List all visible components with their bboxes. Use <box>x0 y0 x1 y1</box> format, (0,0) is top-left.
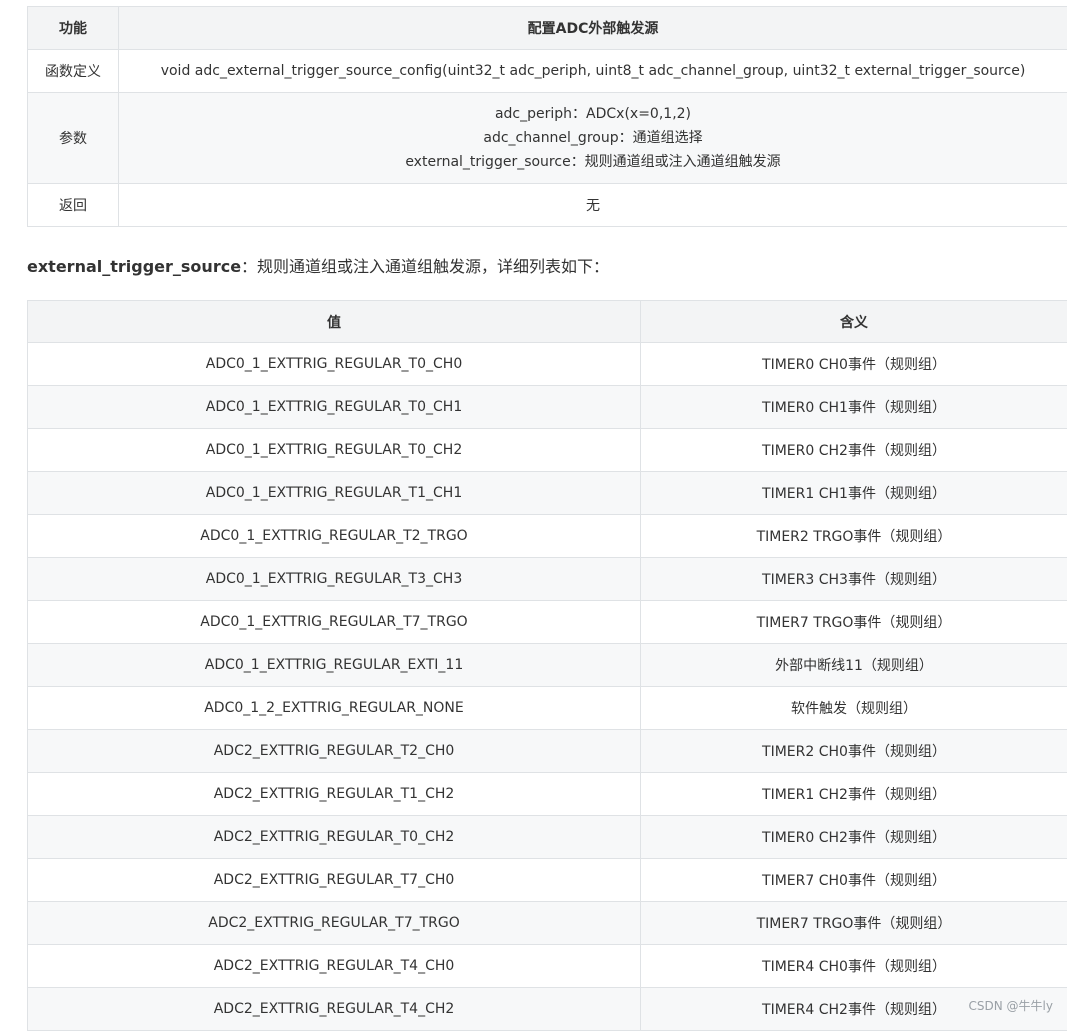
function-header-title: 配置ADC外部触发源 <box>119 7 1067 50</box>
function-return-label: 返回 <box>28 184 119 227</box>
trigger-value-cell: ADC0_1_EXTTRIG_REGULAR_T1_CH1 <box>28 472 641 515</box>
table-row: ADC2_EXTTRIG_REGULAR_T0_CH2TIMER0 CH2事件（… <box>28 816 1067 859</box>
trigger-meaning-cell: TIMER0 CH1事件（规则组） <box>641 386 1067 429</box>
table-row: ADC0_1_EXTTRIG_REGULAR_T0_CH0TIMER0 CH0事… <box>28 343 1067 386</box>
trigger-meaning-cell: TIMER2 TRGO事件（规则组） <box>641 515 1067 558</box>
function-params-cell: adc_periph：ADCx(x=0,1,2) adc_channel_gro… <box>119 93 1067 184</box>
param-line-adc-channel-group: adc_channel_group：通道组选择 <box>119 126 1067 150</box>
watermark: CSDN @牛牛ly <box>969 997 1053 1014</box>
param-line-adc-periph: adc_periph：ADCx(x=0,1,2) <box>119 102 1067 126</box>
trigger-source-table: 值 含义 ADC0_1_EXTTRIG_REGULAR_T0_CH0TIMER0… <box>27 300 1067 1031</box>
table-row: ADC0_1_EXTTRIG_REGULAR_T0_CH2TIMER0 CH2事… <box>28 429 1067 472</box>
table-row: ADC2_EXTTRIG_REGULAR_T7_CH0TIMER7 CH0事件（… <box>28 859 1067 902</box>
function-params-row: 参数 adc_periph：ADCx(x=0,1,2) adc_channel_… <box>28 93 1067 184</box>
trigger-source-note: external_trigger_source：规则通道组或注入通道组触发源，详… <box>27 254 609 280</box>
trigger-meaning-cell: TIMER7 TRGO事件（规则组） <box>641 902 1067 945</box>
note-text: ：规则通道组或注入通道组触发源，详细列表如下： <box>241 257 609 276</box>
note-key: external_trigger_source <box>27 257 241 276</box>
trigger-meaning-cell: TIMER0 CH0事件（规则组） <box>641 343 1067 386</box>
function-definition-value: void adc_external_trigger_source_config(… <box>119 50 1067 93</box>
table-row: ADC2_EXTTRIG_REGULAR_T2_CH0TIMER2 CH0事件（… <box>28 730 1067 773</box>
trigger-meaning-cell: 外部中断线11（规则组） <box>641 644 1067 687</box>
trigger-meaning-cell: TIMER2 CH0事件（规则组） <box>641 730 1067 773</box>
trigger-value-cell: ADC0_1_EXTTRIG_REGULAR_T2_TRGO <box>28 515 641 558</box>
header-meaning: 含义 <box>641 301 1067 343</box>
trigger-value-cell: ADC0_1_EXTTRIG_REGULAR_T0_CH2 <box>28 429 641 472</box>
table-row: ADC2_EXTTRIG_REGULAR_T4_CH2TIMER4 CH2事件（… <box>28 988 1067 1031</box>
table-row: ADC0_1_EXTTRIG_REGULAR_T2_TRGOTIMER2 TRG… <box>28 515 1067 558</box>
table-row: ADC2_EXTTRIG_REGULAR_T7_TRGOTIMER7 TRGO事… <box>28 902 1067 945</box>
table-row: ADC0_1_EXTTRIG_REGULAR_T0_CH1TIMER0 CH1事… <box>28 386 1067 429</box>
trigger-value-cell: ADC2_EXTTRIG_REGULAR_T7_CH0 <box>28 859 641 902</box>
function-return-row: 返回 无 <box>28 184 1067 227</box>
function-info-table: 功能 配置ADC外部触发源 函数定义 void adc_external_tri… <box>27 6 1067 227</box>
header-value: 值 <box>28 301 641 343</box>
trigger-meaning-cell: TIMER7 CH0事件（规则组） <box>641 859 1067 902</box>
trigger-value-cell: ADC0_1_EXTTRIG_REGULAR_T0_CH0 <box>28 343 641 386</box>
trigger-meaning-cell: 软件触发（规则组） <box>641 687 1067 730</box>
trigger-value-cell: ADC0_1_EXTTRIG_REGULAR_T7_TRGO <box>28 601 641 644</box>
function-definition-row: 函数定义 void adc_external_trigger_source_co… <box>28 50 1067 93</box>
trigger-meaning-cell: TIMER3 CH3事件（规则组） <box>641 558 1067 601</box>
trigger-table-body: ADC0_1_EXTTRIG_REGULAR_T0_CH0TIMER0 CH0事… <box>28 343 1067 1031</box>
table-row: ADC0_1_EXTTRIG_REGULAR_T1_CH1TIMER1 CH1事… <box>28 472 1067 515</box>
trigger-value-cell: ADC0_1_EXTTRIG_REGULAR_T3_CH3 <box>28 558 641 601</box>
trigger-value-cell: ADC0_1_EXTTRIG_REGULAR_EXTI_11 <box>28 644 641 687</box>
trigger-table-header-row: 值 含义 <box>28 301 1067 343</box>
trigger-meaning-cell: TIMER0 CH2事件（规则组） <box>641 429 1067 472</box>
param-line-external-trigger-source: external_trigger_source：规则通道组或注入通道组触发源 <box>119 150 1067 174</box>
table-row: ADC0_1_EXTTRIG_REGULAR_T3_CH3TIMER3 CH3事… <box>28 558 1067 601</box>
function-header-label: 功能 <box>28 7 119 50</box>
trigger-value-cell: ADC0_1_EXTTRIG_REGULAR_T0_CH1 <box>28 386 641 429</box>
trigger-value-cell: ADC2_EXTTRIG_REGULAR_T7_TRGO <box>28 902 641 945</box>
trigger-meaning-cell: TIMER1 CH2事件（规则组） <box>641 773 1067 816</box>
trigger-meaning-cell: TIMER0 CH2事件（规则组） <box>641 816 1067 859</box>
function-params-label: 参数 <box>28 93 119 184</box>
trigger-meaning-cell: TIMER4 CH0事件（规则组） <box>641 945 1067 988</box>
trigger-meaning-cell: TIMER7 TRGO事件（规则组） <box>641 601 1067 644</box>
trigger-value-cell: ADC2_EXTTRIG_REGULAR_T4_CH0 <box>28 945 641 988</box>
table-row: ADC2_EXTTRIG_REGULAR_T4_CH0TIMER4 CH0事件（… <box>28 945 1067 988</box>
trigger-value-cell: ADC2_EXTTRIG_REGULAR_T2_CH0 <box>28 730 641 773</box>
trigger-value-cell: ADC2_EXTTRIG_REGULAR_T1_CH2 <box>28 773 641 816</box>
function-header-row: 功能 配置ADC外部触发源 <box>28 7 1067 50</box>
function-return-value: 无 <box>119 184 1067 227</box>
trigger-value-cell: ADC2_EXTTRIG_REGULAR_T4_CH2 <box>28 988 641 1031</box>
trigger-meaning-cell: TIMER1 CH1事件（规则组） <box>641 472 1067 515</box>
trigger-value-cell: ADC0_1_2_EXTTRIG_REGULAR_NONE <box>28 687 641 730</box>
table-row: ADC0_1_EXTTRIG_REGULAR_T7_TRGOTIMER7 TRG… <box>28 601 1067 644</box>
table-row: ADC2_EXTTRIG_REGULAR_T1_CH2TIMER1 CH2事件（… <box>28 773 1067 816</box>
trigger-value-cell: ADC2_EXTTRIG_REGULAR_T0_CH2 <box>28 816 641 859</box>
function-definition-label: 函数定义 <box>28 50 119 93</box>
table-row: ADC0_1_2_EXTTRIG_REGULAR_NONE软件触发（规则组） <box>28 687 1067 730</box>
table-row: ADC0_1_EXTTRIG_REGULAR_EXTI_11外部中断线11（规则… <box>28 644 1067 687</box>
